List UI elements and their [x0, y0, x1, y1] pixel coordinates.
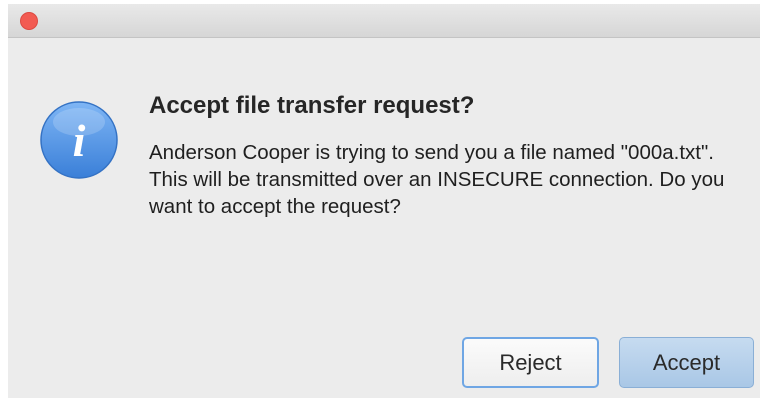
dialog-window: i Accept file transfer request? Anderson…: [8, 4, 760, 398]
title-bar[interactable]: [8, 4, 760, 38]
info-glyph: i: [73, 115, 86, 166]
close-window-button[interactable]: [20, 12, 38, 30]
dialog-title: Accept file transfer request?: [149, 92, 475, 119]
accept-button[interactable]: Accept: [619, 337, 754, 388]
reject-button[interactable]: Reject: [462, 337, 599, 388]
info-icon: i: [40, 101, 118, 179]
dialog-message: Anderson Cooper is trying to send you a …: [149, 141, 725, 218]
